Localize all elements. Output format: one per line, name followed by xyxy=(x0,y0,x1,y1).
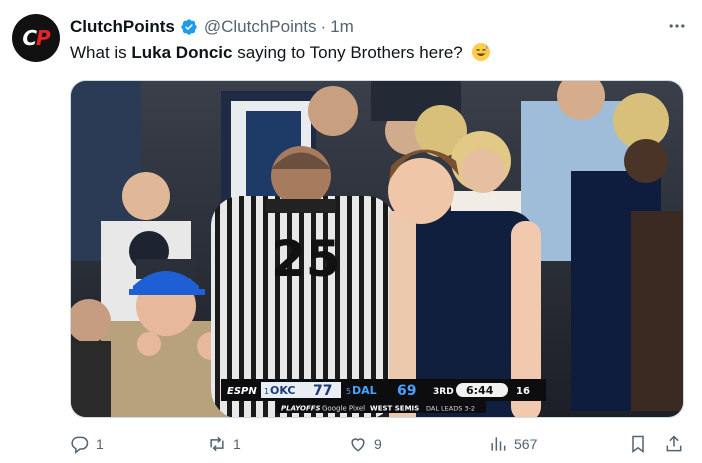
share-button[interactable] xyxy=(664,434,684,454)
team1-seed: 1 xyxy=(264,387,269,396)
like-count: 9 xyxy=(374,436,382,452)
reply-icon xyxy=(71,436,89,454)
reply-button[interactable]: 1 xyxy=(70,434,104,454)
bookmark-icon xyxy=(632,435,644,453)
more-options-icon[interactable] xyxy=(666,15,688,37)
heart-icon xyxy=(351,438,365,452)
team2-name: DAL xyxy=(352,384,377,397)
tweet-text-before: What is xyxy=(70,43,132,62)
repost-icon xyxy=(210,436,224,452)
game-clock: 6:44 xyxy=(466,384,494,397)
tweet-header: ClutchPoints @ClutchPoints · 1m xyxy=(70,16,354,38)
scorebug-series: WEST SEMIS xyxy=(370,405,419,413)
views-button[interactable]: 567 xyxy=(488,434,537,454)
tweet-media-photo[interactable]: 25 ESPN 1 OKC 77 5 DAL 69 3RD 6:44 16 PL… xyxy=(70,80,684,418)
tweet-text: What is Luka Doncic saying to Tony Broth… xyxy=(70,42,491,64)
avatar-logo: CP xyxy=(22,26,50,50)
share-icon xyxy=(666,435,682,452)
author-name[interactable]: ClutchPoints xyxy=(70,17,175,37)
team1-score: 77 xyxy=(313,383,332,399)
views-chart-icon xyxy=(491,437,506,451)
tweet-text-after: saying to Tony Brothers here? xyxy=(232,43,463,62)
views-count: 567 xyxy=(514,436,538,452)
verified-badge-icon[interactable] xyxy=(180,18,198,36)
author-handle[interactable]: @ClutchPoints xyxy=(204,17,317,37)
separator-dot: · xyxy=(320,17,327,36)
repost-button[interactable]: 1 xyxy=(207,434,241,454)
tweet-bold-name: Luka Doncic xyxy=(131,43,233,62)
shot-clock: 16 xyxy=(516,386,530,397)
team2-seed: 5 xyxy=(346,387,351,396)
scorebug-sponsor: Google Pixel xyxy=(322,405,365,413)
tweet-time[interactable]: 1m xyxy=(330,17,354,37)
like-button[interactable]: 9 xyxy=(348,434,382,454)
tweet-actions: 1 1 9 567 xyxy=(70,434,684,456)
team2-score: 69 xyxy=(397,383,416,399)
bookmark-button[interactable] xyxy=(628,434,648,454)
game-quarter: 3RD xyxy=(433,387,454,397)
scorebug-playoffs: PLAYOFFS xyxy=(281,405,321,413)
referee-number: 25 xyxy=(271,230,341,288)
reply-count: 1 xyxy=(96,436,104,452)
avatar[interactable]: CP xyxy=(12,14,60,62)
repost-count: 1 xyxy=(233,436,241,452)
scorebug-network: ESPN xyxy=(227,386,257,397)
team1-name: OKC xyxy=(270,384,295,397)
scorebug-series-status: DAL LEADS 3-2 xyxy=(426,405,475,413)
sweat-smile-emoji-icon xyxy=(471,42,491,62)
